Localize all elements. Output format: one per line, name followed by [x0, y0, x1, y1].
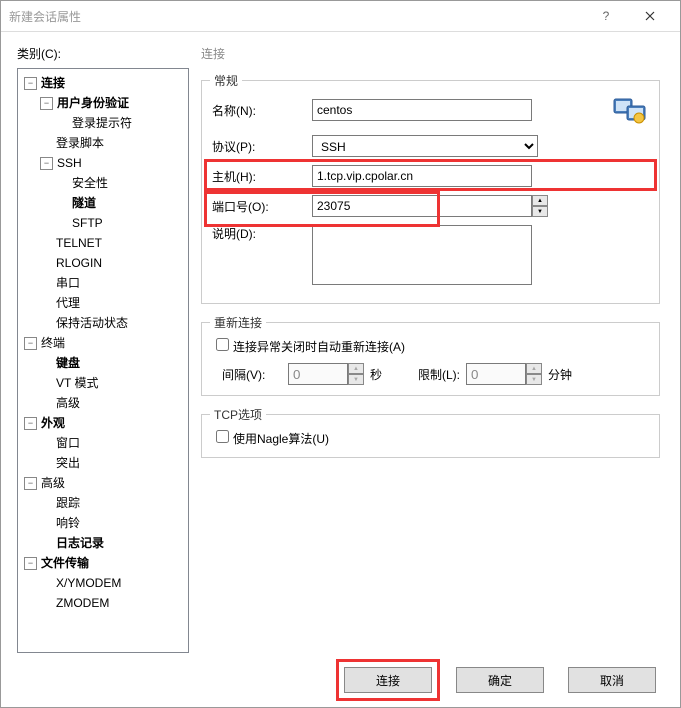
nagle-label: 使用Nagle算法(U) — [233, 432, 329, 446]
close-button[interactable] — [628, 1, 672, 31]
group-tcp: TCP选项 使用Nagle算法(U) — [201, 414, 660, 458]
port-up[interactable]: ▲ — [532, 195, 548, 206]
desc-input[interactable] — [312, 225, 532, 285]
auto-reconnect-label: 连接异常关闭时自动重新连接(A) — [233, 340, 405, 354]
tree-item-logging[interactable]: 日志记录 — [20, 533, 186, 553]
label-protocol: 协议(P): — [212, 138, 312, 155]
port-input[interactable] — [312, 195, 532, 217]
port-down[interactable]: ▼ — [532, 206, 548, 217]
tree-item-auth[interactable]: −用户身份验证 — [20, 93, 186, 113]
group-reconnect: 重新连接 连接异常关闭时自动重新连接(A) 间隔(V): ▲▼ 秒 限制(L):… — [201, 322, 660, 396]
collapse-icon[interactable]: − — [40, 97, 53, 110]
auto-reconnect-checkbox[interactable] — [216, 338, 229, 351]
legend-general: 常规 — [210, 72, 242, 89]
label-host: 主机(H): — [212, 168, 312, 185]
label-limit: 限制(L): — [418, 366, 460, 383]
interval-down: ▼ — [348, 374, 364, 385]
tree-item-zmodem[interactable]: ZMODEM — [20, 593, 186, 613]
limit-spinner: ▲▼ — [466, 363, 542, 385]
tree-item-vtmode[interactable]: VT 模式 — [20, 373, 186, 393]
session-icon — [611, 93, 649, 127]
name-input[interactable] — [312, 99, 532, 121]
tree-item-window[interactable]: 窗口 — [20, 433, 186, 453]
tree-item-ssh[interactable]: −SSH — [20, 153, 186, 173]
tree-item-proxy[interactable]: 代理 — [20, 293, 186, 313]
label-min: 分钟 — [548, 366, 572, 383]
label-desc: 说明(D): — [212, 225, 312, 242]
session-properties-dialog: 新建会话属性 ? 类别(C): −连接 −用户身份验证 登录提示符 登录脚本 −… — [0, 0, 681, 708]
tree-item-serial[interactable]: 串口 — [20, 273, 186, 293]
label-name: 名称(N): — [212, 102, 312, 119]
cancel-button[interactable]: 取消 — [568, 667, 656, 693]
tree-item-rlogin[interactable]: RLOGIN — [20, 253, 186, 273]
tree-item-login-script[interactable]: 登录脚本 — [20, 133, 186, 153]
collapse-icon[interactable]: − — [24, 477, 37, 490]
collapse-icon[interactable]: − — [24, 557, 37, 570]
tree-item-trace[interactable]: 跟踪 — [20, 493, 186, 513]
titlebar: 新建会话属性 ? — [1, 1, 680, 32]
ok-button[interactable]: 确定 — [456, 667, 544, 693]
tree-item-advanced2[interactable]: −高级 — [20, 473, 186, 493]
category-tree[interactable]: −连接 −用户身份验证 登录提示符 登录脚本 −SSH 安全性 隧道 SFTP — [17, 68, 189, 653]
interval-spinner: ▲▼ — [288, 363, 364, 385]
tree-item-appearance[interactable]: −外观 — [20, 413, 186, 433]
nagle-checkbox[interactable] — [216, 430, 229, 443]
tree-item-sftp[interactable]: SFTP — [20, 213, 186, 233]
connect-button[interactable]: 连接 — [344, 667, 432, 693]
close-icon — [645, 11, 655, 21]
collapse-icon[interactable]: − — [40, 157, 53, 170]
group-general: 常规 名称(N): 协议(P): SSH 主机(H): 端口 — [201, 80, 660, 304]
label-port: 端口号(O): — [212, 198, 312, 215]
interval-up: ▲ — [348, 363, 364, 374]
legend-tcp: TCP选项 — [210, 406, 266, 423]
window-title: 新建会话属性 — [9, 8, 584, 25]
label-sec: 秒 — [370, 366, 382, 383]
label-interval: 间隔(V): — [222, 366, 282, 383]
collapse-icon[interactable]: − — [24, 77, 37, 90]
tree-item-telnet[interactable]: TELNET — [20, 233, 186, 253]
tree-item-advanced[interactable]: 高级 — [20, 393, 186, 413]
tree-item-keepalive[interactable]: 保持活动状态 — [20, 313, 186, 333]
legend-reconnect: 重新连接 — [210, 314, 266, 331]
tree-item-terminal[interactable]: −终端 — [20, 333, 186, 353]
limit-input — [466, 363, 526, 385]
tree-item-login-prompt[interactable]: 登录提示符 — [20, 113, 186, 133]
tree-item-connection[interactable]: −连接 — [20, 73, 186, 93]
interval-input — [288, 363, 348, 385]
category-label: 类别(C): — [17, 45, 189, 62]
port-spinner[interactable]: ▲▼ — [312, 195, 548, 217]
button-bar: 连接 确定 取消 — [1, 653, 680, 707]
host-input[interactable] — [312, 165, 532, 187]
tree-item-tunnel[interactable]: 隧道 — [20, 193, 186, 213]
collapse-icon[interactable]: − — [24, 417, 37, 430]
help-button[interactable]: ? — [584, 1, 628, 31]
protocol-select[interactable]: SSH — [312, 135, 538, 157]
tree-item-highlight[interactable]: 突出 — [20, 453, 186, 473]
tree-item-bell[interactable]: 响铃 — [20, 513, 186, 533]
collapse-icon[interactable]: − — [24, 337, 37, 350]
tree-item-security[interactable]: 安全性 — [20, 173, 186, 193]
tree-item-keyboard[interactable]: 键盘 — [20, 353, 186, 373]
panel-title: 连接 — [201, 45, 660, 62]
tree-item-xymodem[interactable]: X/YMODEM — [20, 573, 186, 593]
limit-down: ▼ — [526, 374, 542, 385]
limit-up: ▲ — [526, 363, 542, 374]
tree-item-transfer[interactable]: −文件传输 — [20, 553, 186, 573]
